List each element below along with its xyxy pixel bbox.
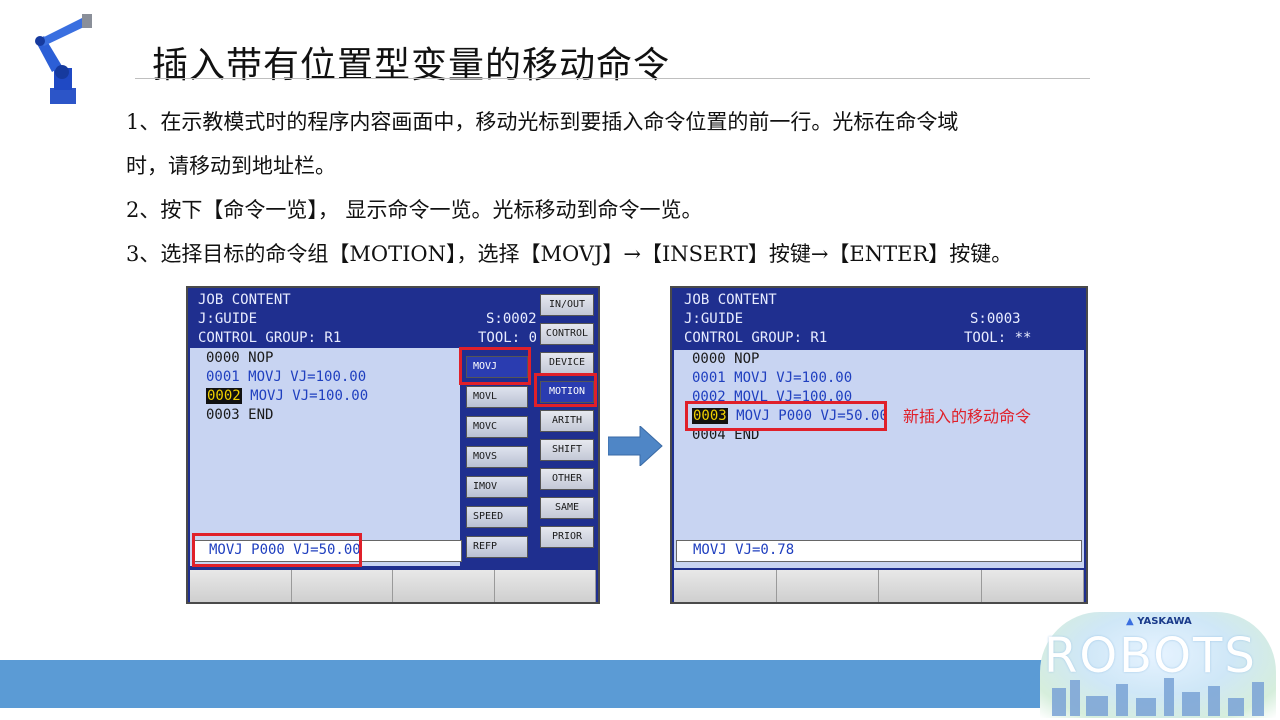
line-number: 0003 (206, 407, 240, 423)
highlight-input-buffer (192, 533, 362, 567)
step-number: S:0002 (486, 311, 537, 327)
screen-title: JOB CONTENT (684, 292, 777, 308)
cursor-line-number: 0002 (206, 388, 242, 404)
softkey-1[interactable] (190, 570, 292, 602)
line-number: 0001 (692, 370, 726, 386)
softkey-1[interactable] (674, 570, 777, 602)
job-line[interactable]: 0003 END (206, 407, 273, 423)
job-line[interactable]: 0001 MOVJ VJ=100.00 (206, 369, 366, 385)
new-command-annotation: 新插入的移动命令 (903, 407, 1032, 426)
command-group-list: IN/OUT CONTROL DEVICE MOTION ARITH SHIFT… (536, 288, 598, 568)
cmd-speed[interactable]: SPEED (466, 506, 528, 528)
job-line[interactable]: 0001 MOVJ VJ=100.00 (692, 370, 852, 386)
line-command: END (248, 407, 274, 423)
tool-number: TOOL: 0 (478, 330, 538, 346)
right-pendant-screen: JOB CONTENT J:GUIDE S:0003 CONTROL GROUP… (670, 286, 1088, 604)
right-arrow-icon (608, 426, 663, 466)
job-line-cursor[interactable]: 0002 MOVJ VJ=100.00 (206, 388, 368, 404)
softkey-2[interactable] (291, 570, 393, 602)
cmd-movs[interactable]: MOVS (466, 446, 528, 468)
group-shift[interactable]: SHIFT (540, 439, 594, 461)
line-number: 0000 (692, 351, 726, 367)
cmd-refp[interactable]: REFP (466, 536, 528, 558)
line-command: NOP (248, 350, 274, 366)
highlight-motion (534, 373, 597, 407)
step-number: S:0003 (970, 311, 1021, 327)
robot-silhouettes-icon (1052, 678, 1264, 716)
softkey-3[interactable] (879, 570, 982, 602)
yaskawa-wordmark: YASKAWA (1137, 616, 1192, 627)
group-in-out[interactable]: IN/OUT (540, 294, 594, 316)
group-other[interactable]: OTHER (540, 468, 594, 490)
yaskawa-logo: ▲ YASKAWA (1126, 616, 1192, 627)
slide-title: 插入带有位置型变量的移动命令 (152, 45, 671, 86)
cmd-movl[interactable]: MOVL (466, 386, 528, 408)
title-divider (135, 78, 1090, 79)
group-device[interactable]: DEVICE (540, 352, 594, 374)
softkey-4[interactable] (494, 570, 596, 602)
group-prior[interactable]: PRIOR (540, 526, 594, 548)
highlight-movj (459, 347, 531, 385)
softkey-4[interactable] (981, 570, 1084, 602)
softkey-2[interactable] (776, 570, 879, 602)
tool-number: TOOL: ** (964, 330, 1032, 346)
control-group: CONTROL GROUP: R1 (198, 330, 342, 346)
screen-title: JOB CONTENT (198, 292, 291, 308)
robot-arm-logo (35, 14, 92, 104)
cmd-movc[interactable]: MOVC (466, 416, 528, 438)
group-control[interactable]: CONTROL (540, 323, 594, 345)
group-same[interactable]: SAME (540, 497, 594, 519)
softkey-bar (190, 568, 596, 602)
highlight-new-command (685, 401, 887, 431)
input-buffer[interactable]: MOVJ VJ=0.78 (676, 540, 1082, 562)
footer-band (0, 660, 1045, 708)
line-number: 0001 (206, 369, 240, 385)
group-arith[interactable]: ARITH (540, 410, 594, 432)
job-name: J:GUIDE (684, 311, 744, 327)
job-content-area: 0000 NOP 0001 MOVJ VJ=100.00 0002 MOVL V… (674, 350, 1084, 568)
job-name: J:GUIDE (198, 311, 258, 327)
control-group: CONTROL GROUP: R1 (684, 330, 828, 346)
line-command: NOP (734, 351, 760, 367)
step-1-continued: 时，请移动到地址栏。 (126, 154, 336, 178)
softkey-bar (674, 568, 1084, 602)
cmd-imov[interactable]: IMOV (466, 476, 528, 498)
softkey-3[interactable] (393, 570, 495, 602)
job-line[interactable]: 0000 NOP (206, 350, 273, 366)
line-command: MOVJ VJ=100.00 (734, 370, 853, 386)
step-3-text: 3、选择目标的命令组【MOTION】，选择【MOVJ】→【INSERT】按键→【… (126, 242, 1013, 266)
step-1-text: 1、在示教模式时的程序内容画面中，移动光标到要插入命令位置的前一行。光标在命令域 (126, 110, 959, 134)
line-number: 0000 (206, 350, 240, 366)
job-line[interactable]: 0000 NOP (692, 351, 759, 367)
line-command: MOVJ VJ=100.00 (248, 369, 367, 385)
step-2-text: 2、按下【命令一览】， 显示命令一览。光标移动到命令一览。 (126, 198, 703, 222)
line-command: MOVJ VJ=100.00 (250, 388, 369, 404)
